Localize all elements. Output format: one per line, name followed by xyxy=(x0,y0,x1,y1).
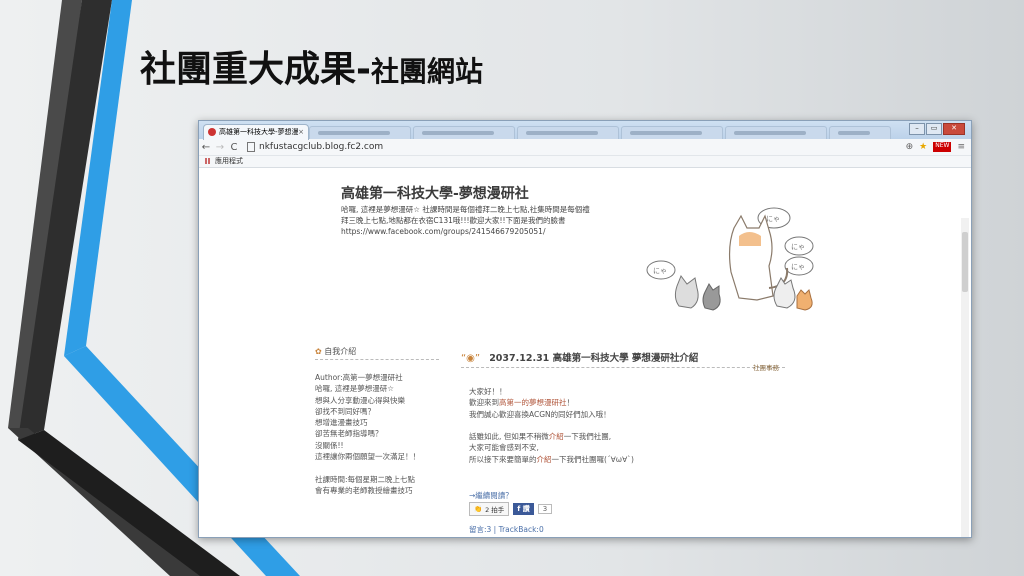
cats-illustration: にゃにゃにゃにゃ xyxy=(646,207,814,311)
post-line: 歡迎來到高第一的夢想漫研社！ xyxy=(469,398,574,408)
address-bar[interactable]: nkfustacgclub.blog.fc2.com xyxy=(247,141,906,153)
bookmark-star-icon[interactable]: ★ xyxy=(919,142,927,152)
blog-desc-line: 哈囉, 這裡是夢想漫研☆ 社課時間是每個禮拜二晚上七點,社集時間是每個禮 xyxy=(341,205,590,214)
facebook-like-count: 3 xyxy=(537,504,553,514)
svg-text:にゃ: にゃ xyxy=(791,263,805,271)
tab-close-icon[interactable]: × xyxy=(298,125,304,139)
minimize-button[interactable]: – xyxy=(909,123,925,135)
post-footer-links[interactable]: 留言:3 | TrackBack:0 xyxy=(469,524,544,535)
browser-toolbar: ← → C nkfustacgclub.blog.fc2.com ⊕ ★ NEW… xyxy=(199,139,971,156)
url-text: nkfustacgclub.blog.fc2.com xyxy=(259,142,384,152)
sidebar-line: Author:高第一夢想漫研社 xyxy=(315,373,403,382)
post-body: 大家好！！ 歡迎來到高第一的夢想漫研社！ 我們誠心歡迎喜換ACGN的同好們加入哦… xyxy=(469,386,789,465)
window-controls: – ▭ ✕ xyxy=(909,123,965,135)
post-header: “◉” 2037.12.31 高雄第一科技大學 夢想漫研社介紹 社團事務 xyxy=(461,346,785,372)
sidebar-line: 想增進漫畫技巧 xyxy=(315,418,368,428)
blog-facebook-link[interactable]: https://www.facebook.com/groups/24154667… xyxy=(341,226,631,237)
social-buttons: 👏 2 拍手 f 讚 3 xyxy=(469,502,553,516)
tab-background-2[interactable] xyxy=(413,126,515,139)
post-line: 所以接下來要簡單的介紹一下我們社團囉(´∀ω∀`) xyxy=(469,454,634,464)
sidebar-heading: ✿ 自我介紹 xyxy=(315,346,439,360)
clap-icon: 👏 xyxy=(474,505,483,513)
post-line: 我們誠心歡迎喜換ACGN的同好們加入哦！ xyxy=(469,409,611,419)
site-favicon-icon xyxy=(208,128,216,136)
blog-description: 哈囉, 這裡是夢想漫研☆ 社課時間是每個禮拜二晚上七點,社集時間是每個禮 拜三晚… xyxy=(341,204,631,237)
slide-subtitle: 社團網站 xyxy=(370,55,483,88)
blog-title[interactable]: 高雄第一科技大學-夢想漫研社 xyxy=(341,183,529,203)
post-title[interactable]: 2037.12.31 高雄第一科技大學 夢想漫研社介紹 xyxy=(489,353,698,364)
tab-background-6[interactable] xyxy=(829,126,891,139)
svg-text:にゃ: にゃ xyxy=(791,243,805,251)
post-line: 話雖如此, 但如果不稍微介紹一下我們社團, xyxy=(469,432,612,442)
sidebar-profile: Author:高第一夢想漫研社 哈囉, 這裡是夢想漫研☆ 想與人分享動漫心得與快… xyxy=(315,372,455,496)
sidebar-line: 沒關係!! xyxy=(315,440,344,450)
reload-icon[interactable]: C xyxy=(227,142,241,153)
tab-background-3[interactable] xyxy=(517,126,619,139)
browser-window: 高雄第一科技大學-夢想漫 × – ▭ ✕ ← → C nkfustacgclub… xyxy=(198,120,972,538)
scrollbar-thumb[interactable] xyxy=(962,232,968,292)
apps-grid-icon xyxy=(205,158,211,164)
tab-background-4[interactable] xyxy=(621,126,723,139)
extension-new-badge[interactable]: NEW xyxy=(933,142,952,152)
sidebar-line: 會有專業的老師教授繪畫技巧 xyxy=(315,485,413,495)
page-viewport: 高雄第一科技大學-夢想漫研社 哈囉, 這裡是夢想漫研☆ 社課時間是每個禮拜二晚上… xyxy=(199,168,971,537)
tab-active[interactable]: 高雄第一科技大學-夢想漫 × xyxy=(203,124,309,140)
post-category-link[interactable]: 社團事務 xyxy=(753,362,779,372)
tab-background-5[interactable] xyxy=(725,126,827,139)
sidebar-line: 社課時間:每個星期二晚上七點 xyxy=(315,474,416,484)
cat-paw-icon: “◉” xyxy=(461,353,481,364)
maximize-button[interactable]: ▭ xyxy=(926,123,942,135)
post-line: 大家好！！ xyxy=(469,387,507,396)
clap-button[interactable]: 👏 2 拍手 xyxy=(469,502,510,516)
clap-count: 2 拍手 xyxy=(485,506,505,514)
facebook-like-button[interactable]: f 讚 xyxy=(513,503,534,515)
svg-text:にゃ: にゃ xyxy=(766,215,780,223)
sidebar-line: 這裡讓你兩個願望一次滿足！！ xyxy=(315,452,420,462)
post-line: 大家可能會感到不安, xyxy=(469,443,539,453)
menu-icon[interactable]: ≡ xyxy=(957,142,965,152)
close-window-button[interactable]: ✕ xyxy=(943,123,965,135)
sidebar-line: 哈囉, 這裡是夢想漫研☆ xyxy=(315,384,394,394)
paw-icon: ✿ xyxy=(315,347,322,356)
page-icon xyxy=(247,142,255,152)
tab-background-1[interactable] xyxy=(309,126,411,139)
scrollbar[interactable] xyxy=(961,218,969,537)
bookmarks-bar: 應用程式 xyxy=(199,156,971,168)
tab-title: 高雄第一科技大學-夢想漫 xyxy=(219,128,299,136)
tab-strip: 高雄第一科技大學-夢想漫 × – ▭ ✕ xyxy=(199,121,971,140)
back-arrow-icon[interactable]: ← xyxy=(199,142,213,153)
sidebar-line: 卻找不到同好嗎？ xyxy=(315,406,375,416)
read-more-link[interactable]: →繼續閱讀？ xyxy=(469,490,513,501)
zoom-icon[interactable]: ⊕ xyxy=(906,142,914,152)
apps-bookmark[interactable]: 應用程式 xyxy=(215,157,243,165)
forward-arrow-icon[interactable]: → xyxy=(213,142,227,153)
svg-text:にゃ: にゃ xyxy=(653,267,667,275)
toolbar-actions: ⊕ ★ NEW ≡ xyxy=(906,142,965,152)
blog-desc-line: 拜三晚上七點,地點都在衣宿C131哦!!!歡迎大家!!下面是我們的臉書 xyxy=(341,216,566,225)
sidebar-line: 想與人分享動漫心得與快樂 xyxy=(315,395,405,405)
slide-title: 社團重大成果-社團網站 xyxy=(140,49,483,90)
sidebar-line: 卻苦無老師指導嗎？ xyxy=(315,429,383,439)
sidebar-heading-text: 自我介紹 xyxy=(324,347,357,356)
